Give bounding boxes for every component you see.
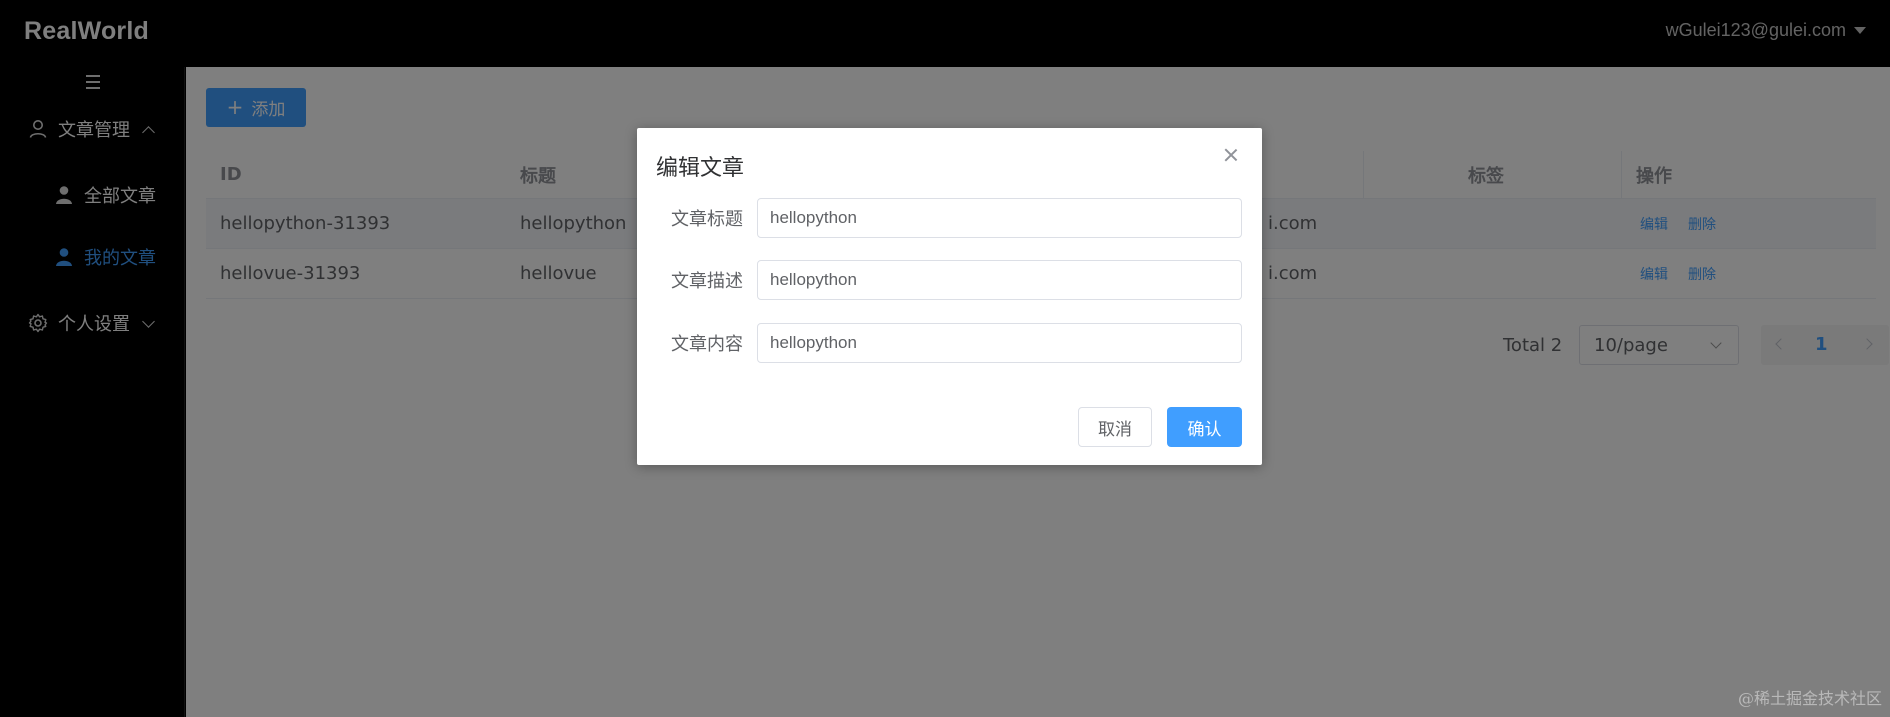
close-icon[interactable] (1222, 146, 1240, 164)
form-row-description: 文章描述 (637, 260, 1262, 300)
edit-article-dialog: 编辑文章 文章标题 文章描述 文章内容 取消 确认 (637, 128, 1262, 465)
form-row-content: 文章内容 (637, 323, 1262, 363)
dialog-title: 编辑文章 (656, 156, 745, 181)
article-title-input[interactable] (757, 198, 1242, 238)
watermark: @稀土掘金技术社区 (1737, 689, 1882, 708)
form-row-title: 文章标题 (637, 198, 1262, 238)
confirm-button[interactable]: 确认 (1167, 407, 1242, 447)
article-description-input[interactable] (757, 260, 1242, 300)
article-content-input[interactable] (757, 323, 1242, 363)
cancel-button[interactable]: 取消 (1078, 407, 1152, 447)
